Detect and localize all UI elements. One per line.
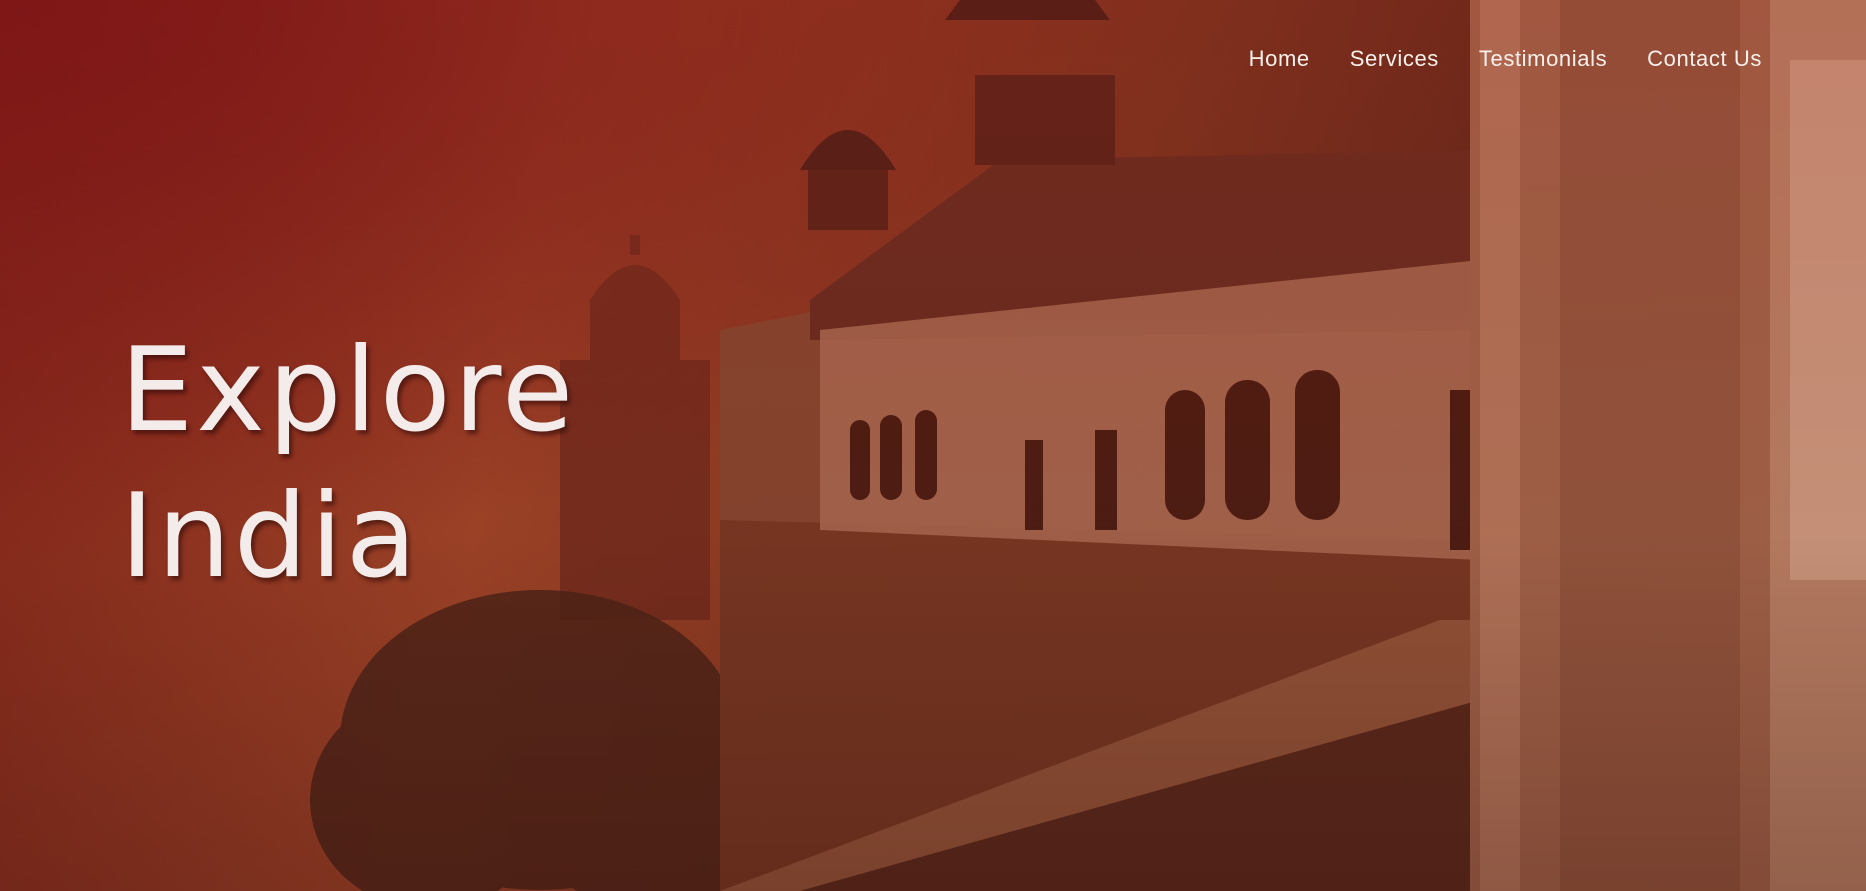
top-navigation: Home Services Testimonials Contact Us (1249, 46, 1762, 72)
headline-line-1: Explore (120, 323, 577, 458)
nav-testimonials-link[interactable]: Testimonials (1479, 46, 1607, 72)
hero-headline: Explore India (120, 318, 576, 610)
nav-contact-us-link[interactable]: Contact Us (1647, 46, 1762, 72)
headline-line-2: India (120, 469, 420, 604)
nav-home-link[interactable]: Home (1249, 46, 1310, 72)
nav-services-link[interactable]: Services (1350, 46, 1439, 72)
hero-section: Home Services Testimonials Contact Us Ex… (0, 0, 1866, 891)
